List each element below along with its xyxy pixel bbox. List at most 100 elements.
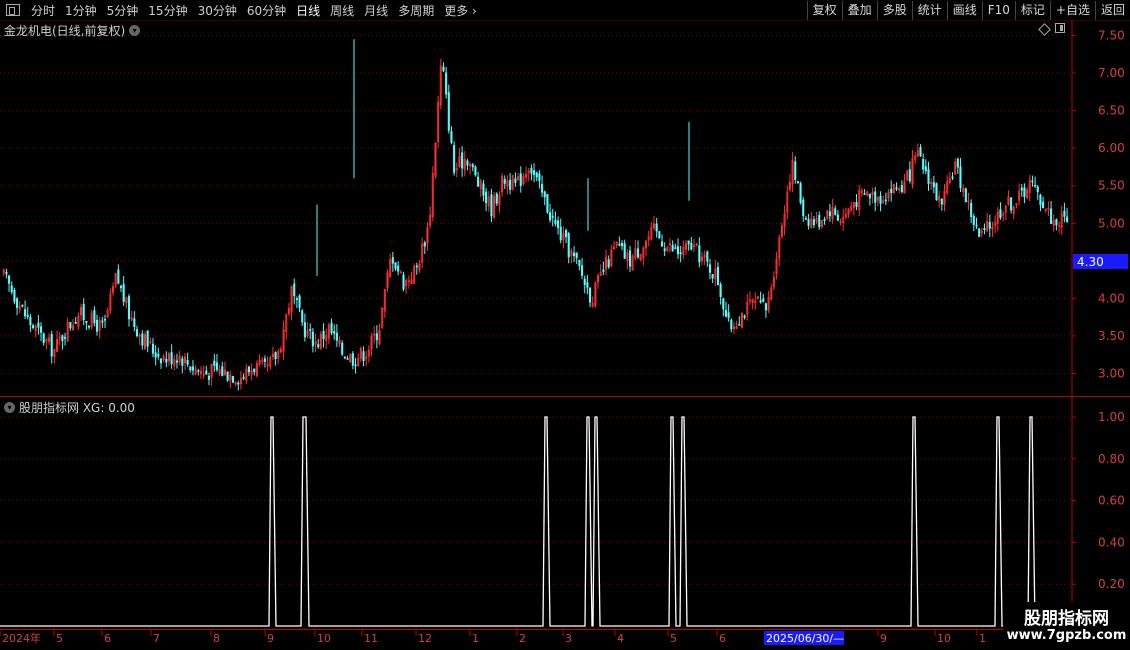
date-tick-label: 5 — [670, 632, 677, 645]
date-tick-label: 9 — [267, 632, 274, 645]
candle-body — [362, 351, 365, 362]
candle-body — [919, 147, 922, 156]
xg-signal-series — [0, 416, 1072, 627]
candle-body — [724, 309, 728, 317]
candle-body — [708, 264, 712, 273]
date-tick-label: 10 — [937, 632, 951, 645]
candle-body — [101, 320, 104, 323]
date-tick-label: 2024年 — [2, 631, 41, 645]
candle-body — [759, 300, 762, 303]
candlestick-series — [2, 39, 1069, 391]
candle-body — [567, 232, 570, 258]
indicator-tick-label: 0.20 — [1098, 577, 1125, 591]
candle-body — [988, 221, 991, 229]
candle-body — [978, 228, 981, 237]
candle-body — [698, 245, 701, 263]
xg-signal-line — [0, 416, 1072, 627]
candle-body — [495, 193, 498, 204]
candle-body — [242, 376, 245, 379]
candle-body — [231, 375, 234, 383]
candle-body — [565, 230, 568, 238]
candle-body — [530, 168, 533, 174]
candle-body — [442, 66, 445, 72]
date-tick-label: 12 — [418, 632, 432, 645]
price-tick-label: 7.50 — [1098, 29, 1125, 43]
candle-body — [658, 231, 661, 239]
candle-body — [303, 322, 306, 338]
candle-body — [471, 164, 474, 168]
candle-body — [221, 366, 224, 376]
candle-body — [391, 257, 394, 264]
price-tick-label: 7.00 — [1098, 66, 1125, 80]
candle-body — [799, 183, 802, 204]
candle-body — [103, 318, 107, 321]
candle-body — [10, 285, 13, 293]
candle-body — [63, 336, 67, 339]
candle-body — [922, 158, 925, 170]
candle-body — [1034, 184, 1037, 187]
candle-body — [309, 328, 312, 331]
candle-body — [213, 360, 216, 366]
candle-body — [706, 251, 709, 262]
candle-body — [836, 214, 839, 221]
price-tick-label: 5.00 — [1098, 216, 1125, 230]
candle-body — [165, 358, 168, 363]
candle-body — [346, 358, 349, 360]
candle-body — [533, 170, 536, 175]
candle-body — [687, 240, 690, 245]
candle-body — [762, 298, 765, 302]
candle-body — [423, 242, 426, 247]
candle-body — [341, 342, 344, 355]
candle-body — [117, 269, 120, 284]
candle-body — [874, 191, 877, 203]
candle-body — [716, 266, 720, 285]
candle-body — [8, 275, 11, 284]
candle-body — [543, 191, 546, 198]
candle-body — [37, 322, 40, 328]
date-tick-label: 8 — [213, 632, 220, 645]
candle-body — [50, 334, 53, 357]
candle-body — [40, 326, 43, 333]
candle-body — [554, 219, 557, 224]
candle-body — [671, 244, 674, 251]
chevron-down-icon[interactable]: ▾ — [4, 402, 15, 413]
axes — [0, 20, 1130, 636]
candle-body — [5, 271, 8, 275]
candle-body — [935, 183, 938, 201]
diamond-icon[interactable] — [1038, 23, 1051, 36]
candle-body — [445, 72, 448, 95]
candle-body — [1023, 187, 1026, 197]
candle-body — [170, 352, 173, 365]
candle-body — [807, 219, 810, 226]
candle-body — [940, 198, 943, 205]
candle-body — [135, 329, 139, 337]
date-tick-label: 2 — [519, 632, 526, 645]
candle-body — [895, 187, 898, 190]
candle-body — [93, 310, 96, 324]
chevron-down-icon[interactable]: ▾ — [129, 25, 141, 36]
candle-body — [186, 359, 189, 365]
candle-body — [1050, 208, 1053, 224]
axis-tags: 4.30 2025/06/30/— — [764, 254, 1128, 645]
candle-body — [87, 325, 91, 328]
candle-body — [660, 241, 664, 247]
candle-body — [16, 298, 19, 308]
indicator-tick-label: 0.80 — [1098, 452, 1125, 466]
price-tick-label: 6.50 — [1098, 104, 1125, 118]
candle-body — [959, 166, 962, 188]
candle-body — [519, 173, 522, 187]
candle-body — [482, 183, 485, 196]
date-tick-label: 3 — [565, 632, 572, 645]
candle-body — [197, 370, 200, 372]
panel-toggle-icon[interactable] — [1055, 23, 1065, 33]
candle-body — [1055, 219, 1058, 226]
watermark-title: 股朋指标网 — [1024, 609, 1109, 629]
candle-body — [828, 211, 831, 217]
candle-body — [509, 179, 512, 190]
candle-body — [189, 366, 192, 371]
candle-body — [207, 375, 211, 380]
candle-body — [1063, 210, 1066, 217]
candle-body — [1031, 180, 1034, 183]
stock-chart[interactable]: 7.507.006.506.005.505.004.504.003.503.00… — [0, 0, 1130, 650]
candle-body — [330, 322, 333, 334]
